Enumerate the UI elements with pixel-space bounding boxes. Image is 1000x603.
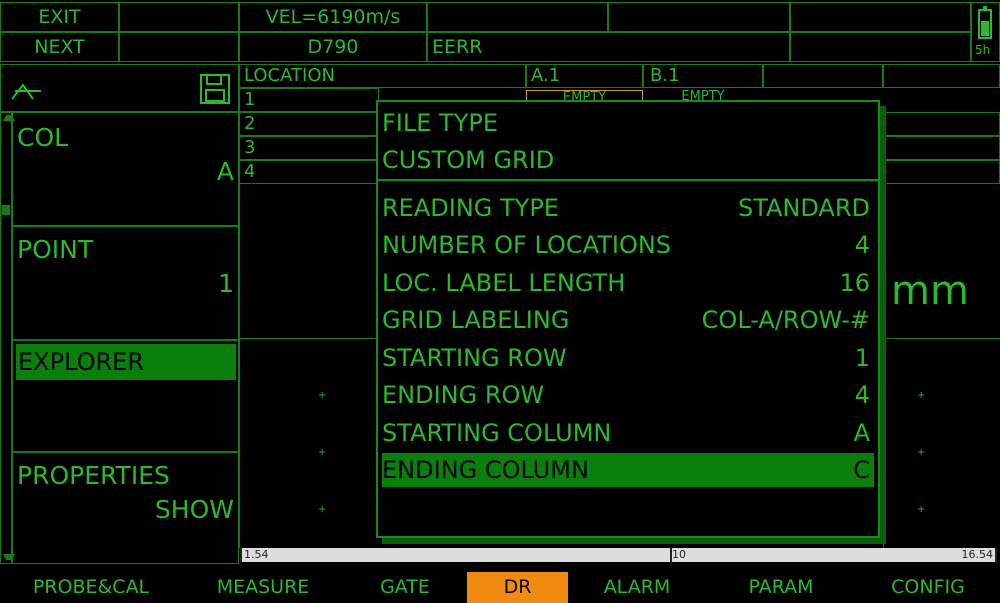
depth-ruler: 1.54 10 16.54 bbox=[240, 548, 997, 562]
row-label-3[interactable]: 3 bbox=[239, 136, 379, 160]
velocity-readout: VEL=6190m/s bbox=[239, 2, 427, 32]
exit-button[interactable]: EXIT bbox=[0, 2, 119, 32]
col-value: A bbox=[216, 157, 234, 186]
battery-indicator: 5h bbox=[971, 2, 1000, 62]
grid-dot: + bbox=[917, 447, 926, 458]
left-panel-header bbox=[0, 64, 239, 112]
point-value: 1 bbox=[218, 269, 234, 298]
ruler-min: 1.54 bbox=[244, 548, 269, 561]
properties-value: SHOW bbox=[154, 495, 234, 524]
custom-grid-option[interactable]: CUSTOM GRID bbox=[382, 143, 874, 177]
ending-row-row[interactable]: ENDING ROW 4 bbox=[382, 378, 874, 412]
grid-labeling-row[interactable]: GRID LABELING COL-A/ROW-# bbox=[382, 303, 874, 337]
col-label: COL bbox=[17, 123, 69, 152]
properties-label: PROPERTIES bbox=[17, 461, 170, 490]
row-label-4[interactable]: 4 bbox=[239, 160, 379, 184]
column-b-header[interactable]: B.1 bbox=[643, 64, 763, 88]
grid-right-cell-3 bbox=[883, 160, 1000, 184]
grid-dot: + bbox=[318, 447, 327, 458]
explorer-parameter[interactable]: EXPLORER bbox=[12, 340, 239, 452]
file-type-title: FILE TYPE bbox=[382, 109, 499, 137]
save-disk-icon[interactable] bbox=[199, 73, 231, 105]
grid-dot: + bbox=[318, 390, 327, 401]
header-empty-3 bbox=[608, 2, 790, 32]
file-name: EERR bbox=[427, 32, 790, 62]
number-of-locations-row[interactable]: NUMBER OF LOCATIONS 4 bbox=[382, 228, 874, 262]
grid-header-empty-2 bbox=[883, 64, 1000, 88]
scroll-thumb[interactable] bbox=[2, 205, 10, 215]
explorer-label: EXPLORER bbox=[16, 344, 236, 380]
menu-measure[interactable]: MEASURE bbox=[172, 572, 354, 603]
left-scrollbar[interactable] bbox=[0, 112, 15, 564]
waveform-icon bbox=[11, 83, 41, 100]
menu-probe-cal[interactable]: PROBE&CAL bbox=[0, 572, 182, 603]
menu-dr[interactable]: DR bbox=[467, 572, 568, 603]
ending-column-row[interactable]: ENDING COLUMN C bbox=[382, 453, 874, 487]
starting-column-row[interactable]: STARTING COLUMN A bbox=[382, 416, 874, 450]
grid-right-cell-1 bbox=[883, 112, 1000, 136]
row-label-2[interactable]: 2 bbox=[239, 112, 379, 136]
col-parameter[interactable]: COL A bbox=[12, 112, 239, 226]
header-empty-5 bbox=[119, 32, 239, 62]
column-a-header[interactable]: A.1 bbox=[526, 64, 643, 88]
grid-dot: + bbox=[318, 504, 327, 515]
ruler-mid: 10 bbox=[672, 548, 686, 561]
next-button[interactable]: NEXT bbox=[0, 32, 119, 62]
menu-config[interactable]: CONFIG bbox=[856, 572, 1000, 603]
menu-gate[interactable]: GATE bbox=[340, 572, 470, 603]
grid-header-empty-1 bbox=[763, 64, 883, 88]
point-label: POINT bbox=[17, 235, 94, 264]
battery-time: 5h bbox=[975, 43, 991, 57]
header-empty-4 bbox=[790, 2, 971, 32]
grid-dot: + bbox=[917, 390, 926, 401]
reading-type-row[interactable]: READING TYPE STANDARD bbox=[382, 191, 874, 225]
loc-label-length-row[interactable]: LOC. LABEL LENGTH 16 bbox=[382, 266, 874, 300]
grid-right-cell-2 bbox=[883, 136, 1000, 160]
probe-readout: D790 bbox=[239, 32, 427, 62]
menu-alarm[interactable]: ALARM bbox=[568, 572, 706, 603]
battery-icon bbox=[978, 6, 992, 39]
properties-parameter[interactable]: PROPERTIES SHOW bbox=[12, 452, 239, 564]
header-empty-1 bbox=[119, 2, 239, 32]
ruler-max: 16.54 bbox=[961, 548, 994, 561]
file-type-dialog: FILE TYPE CUSTOM GRID READING TYPE STANDA… bbox=[376, 100, 880, 538]
point-parameter[interactable]: POINT 1 bbox=[12, 226, 239, 340]
location-header: LOCATION bbox=[239, 64, 526, 88]
menu-param[interactable]: PARAM bbox=[706, 572, 856, 603]
grid-dot: + bbox=[917, 504, 926, 515]
header-empty-2 bbox=[427, 2, 608, 32]
starting-row-row[interactable]: STARTING ROW 1 bbox=[382, 341, 874, 375]
unit-label: mm bbox=[891, 268, 969, 314]
row-label-1[interactable]: 1 bbox=[239, 88, 379, 112]
header-empty-6 bbox=[790, 32, 971, 62]
